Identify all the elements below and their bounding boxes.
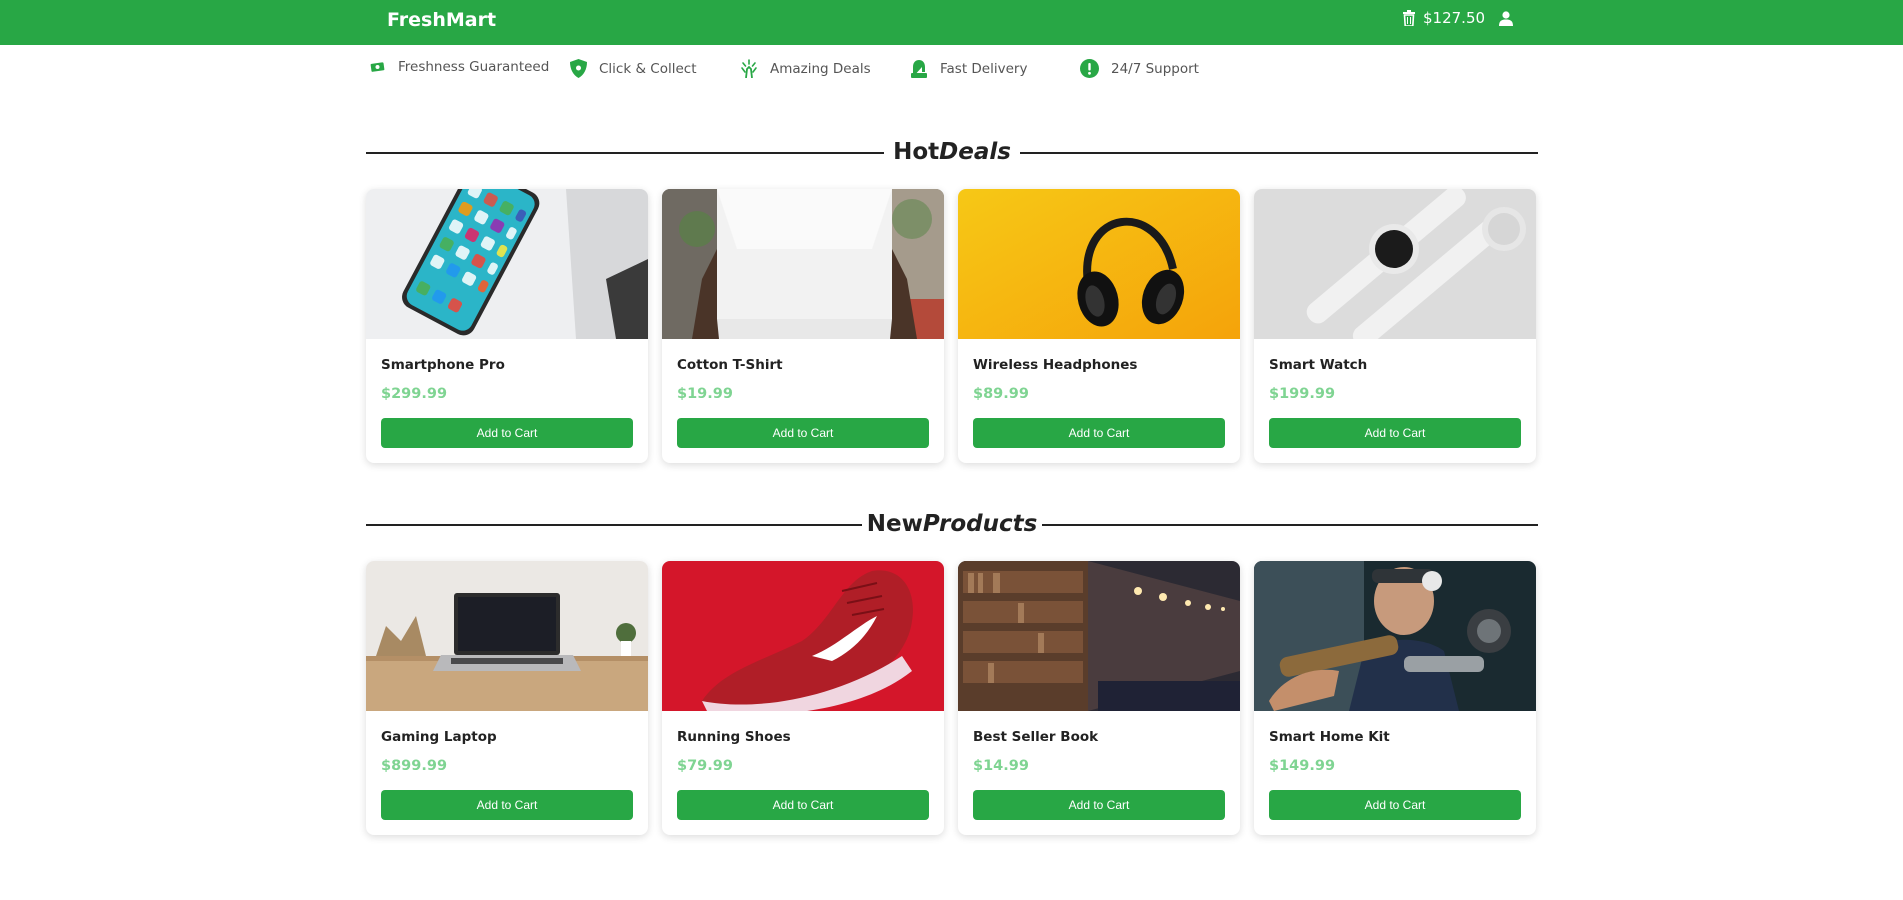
product-name[interactable]: Best Seller Book (973, 729, 1098, 745)
product-price: $14.99 (973, 758, 1029, 774)
cart-button[interactable]: $127.50 (1403, 9, 1485, 27)
product-card: Smart Home Kit $149.99 Add to Cart (1254, 561, 1536, 835)
product-card: Smart Watch $199.99 Add to Cart (1254, 189, 1536, 463)
hot-deals-heading: HotDeals (366, 137, 1538, 167)
bookshelf-photo[interactable] (958, 561, 1240, 711)
add-to-cart-button[interactable]: Add to Cart (381, 790, 633, 820)
headphones-photo[interactable] (958, 189, 1240, 339)
product-name[interactable]: Smart Watch (1269, 357, 1367, 373)
brand-logo[interactable]: FreshMart (387, 9, 496, 31)
feature-item: 24/7 Support (1080, 59, 1199, 78)
product-name[interactable]: Smartphone Pro (381, 357, 505, 373)
feature-label: Click & Collect (599, 60, 697, 77)
top-navbar: FreshMart $127.50 (0, 0, 1903, 45)
product-price: $199.99 (1269, 386, 1336, 402)
product-price: $149.99 (1269, 758, 1336, 774)
section-title: NewProducts (866, 511, 1038, 537)
feature-label: Fast Delivery (940, 60, 1028, 77)
product-name[interactable]: Wireless Headphones (973, 357, 1137, 373)
product-name[interactable]: Gaming Laptop (381, 729, 497, 745)
hand-sparkle-icon (741, 59, 757, 78)
feature-strip: Freshness Guaranteed Click & Collect Ama… (366, 59, 1366, 81)
money-bill-icon (370, 62, 385, 72)
add-to-cart-button[interactable]: Add to Cart (973, 418, 1225, 448)
user-account-button[interactable] (1499, 11, 1513, 30)
product-card: Cotton T-Shirt $19.99 Add to Cart (662, 189, 944, 463)
shield-icon (570, 59, 587, 78)
trash-bin-icon (1403, 10, 1415, 26)
product-card: Running Shoes $79.99 Add to Cart (662, 561, 944, 835)
workshop-photo[interactable] (1254, 561, 1536, 711)
product-price: $79.99 (677, 758, 733, 774)
feature-item: Fast Delivery (910, 59, 1027, 78)
product-name[interactable]: Running Shoes (677, 729, 791, 745)
add-to-cart-button[interactable]: Add to Cart (1269, 418, 1521, 448)
exclamation-circle-icon (1080, 59, 1099, 78)
add-to-cart-button[interactable]: Add to Cart (973, 790, 1225, 820)
feature-label: Amazing Deals (770, 60, 871, 77)
section-title: HotDeals (893, 139, 1011, 165)
product-name[interactable]: Smart Home Kit (1269, 729, 1390, 745)
feature-label: 24/7 Support (1111, 60, 1199, 77)
cart-total: $127.50 (1423, 9, 1486, 27)
product-price: $19.99 (677, 386, 733, 402)
smartwatch-photo[interactable] (1254, 189, 1536, 339)
product-price: $899.99 (381, 758, 448, 774)
tshirt-photo[interactable] (662, 189, 944, 339)
add-to-cart-button[interactable]: Add to Cart (381, 418, 633, 448)
add-to-cart-button[interactable]: Add to Cart (677, 790, 929, 820)
user-headset-icon (911, 60, 927, 78)
add-to-cart-button[interactable]: Add to Cart (677, 418, 929, 448)
add-to-cart-button[interactable]: Add to Cart (1269, 790, 1521, 820)
smartphone-photo[interactable] (366, 189, 648, 339)
feature-item: Freshness Guaranteed (370, 59, 549, 75)
product-price: $89.99 (973, 386, 1029, 402)
product-price: $299.99 (381, 386, 448, 402)
feature-label: Freshness Guaranteed (398, 59, 550, 75)
product-card: Gaming Laptop $899.99 Add to Cart (366, 561, 648, 835)
shoes-photo[interactable] (662, 561, 944, 711)
product-card: Best Seller Book $14.99 Add to Cart (958, 561, 1240, 835)
feature-item: Amazing Deals (740, 59, 871, 78)
laptop-photo[interactable] (366, 561, 648, 711)
feature-item: Click & Collect (570, 59, 697, 78)
product-card: Smartphone Pro $299.99 Add to Cart (366, 189, 648, 463)
new-products-heading: NewProducts (366, 509, 1538, 539)
product-name[interactable]: Cotton T-Shirt (677, 357, 783, 373)
user-icon (1499, 11, 1513, 26)
product-card: Wireless Headphones $89.99 Add to Cart (958, 189, 1240, 463)
